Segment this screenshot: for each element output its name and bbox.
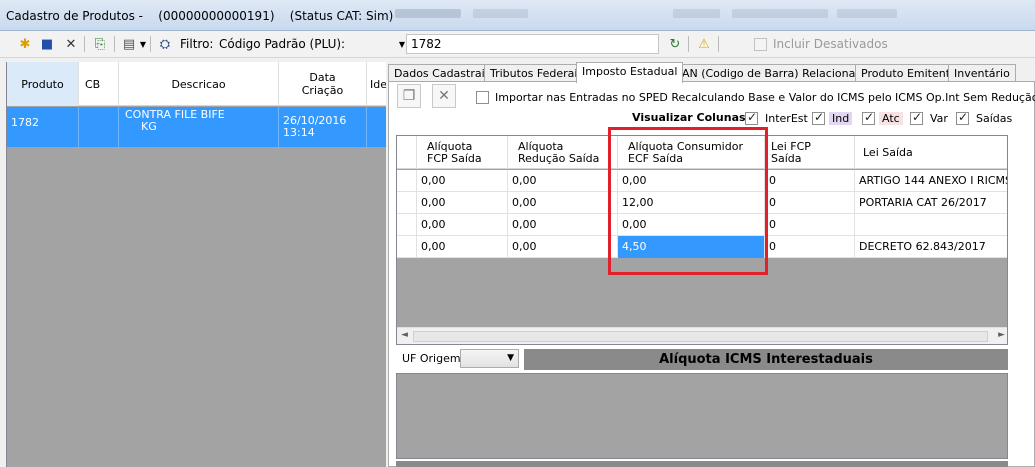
delete-icon[interactable]: ✕: [62, 35, 80, 53]
column-header-data-criacao[interactable]: Data Criação: [279, 62, 367, 106]
cell-cb: [79, 107, 119, 147]
products-grid-header: Produto CB Descricao Data Criação Ide: [7, 62, 386, 106]
refresh-icon[interactable]: ↻: [666, 35, 684, 53]
copy-icon: ❐: [402, 88, 416, 104]
tab-tributos-federais[interactable]: Tributos Federais: [484, 64, 590, 82]
header-line: Saída: [771, 152, 802, 165]
column-header-cb[interactable]: CB: [79, 62, 119, 106]
column-header-descricao[interactable]: Descricao: [119, 62, 279, 106]
include-inactive-checkbox[interactable]: [754, 37, 767, 51]
toolbar: ✱ ■ ✕ ⎘ ▤ ▼ ⛭ Filtro: Código Padrão (PLU…: [0, 31, 1035, 58]
row-header: [397, 214, 417, 236]
viscol-saidas-label: Saídas: [976, 111, 1013, 125]
cell-ide: [367, 107, 386, 147]
tab-ean-relacionados[interactable]: EAN (Codigo de Barra) Relacionados: [669, 64, 881, 82]
cell-fcp[interactable]: 0,00: [417, 236, 508, 258]
viscol-var-label: Var: [930, 111, 948, 125]
cell-fcp[interactable]: 0,00: [417, 214, 508, 236]
row-header: [397, 192, 417, 214]
viscol-var[interactable]: Var: [910, 110, 951, 126]
column-header-lei-fcp-saida[interactable]: Lei FCP Saída: [765, 136, 855, 169]
cell-produto: 1782: [7, 107, 79, 147]
row-header: [397, 236, 417, 258]
cell-lei-fcp[interactable]: 0: [765, 192, 855, 214]
products-grid[interactable]: Produto CB Descricao Data Criação Ide 17…: [6, 62, 386, 467]
interestaduais-grid[interactable]: [396, 373, 1008, 459]
window-title: Cadastro de Produtos - (00000000000191) …: [6, 9, 394, 23]
viscol-saidas[interactable]: Saídas: [956, 110, 1015, 126]
search-input-value: 1782: [411, 37, 442, 51]
import-sped-checkbox[interactable]: [476, 90, 489, 104]
cell-lei[interactable]: PORTARIA CAT 26/2017: [855, 192, 1007, 214]
chevron-down-icon: ▼: [507, 353, 514, 363]
viscol-ind-label: Ind: [829, 111, 853, 125]
table-row[interactable]: 1782 CONTRA FILE BIFE KG 26/10/2016 13:1…: [7, 107, 386, 147]
cell-fcp[interactable]: 0,00: [417, 170, 508, 192]
close-icon: ✕: [438, 88, 450, 104]
cell-lei[interactable]: [855, 214, 1007, 236]
blurred-title-text: [395, 9, 461, 18]
scroll-right-icon[interactable]: ►: [998, 330, 1005, 340]
save-icon[interactable]: ■: [38, 35, 56, 53]
import-sped-label: Importar nas Entradas no SPED Recalculan…: [495, 91, 1035, 104]
uf-origem-label: UF Origem:: [402, 352, 465, 365]
copy-button[interactable]: ❐: [397, 84, 421, 108]
column-header-aliquota-fcp-saida[interactable]: Alíquota FCP Saída: [417, 136, 508, 169]
cell-lei-fcp[interactable]: 0: [765, 236, 855, 258]
cell-lei[interactable]: ARTIGO 144 ANEXO I RICMS: [855, 170, 1007, 192]
viscol-interest-label: InterEst: [765, 111, 808, 125]
tab-strip: Dados Cadastrais Tributos Federais Impos…: [388, 62, 1035, 83]
filter-combo[interactable]: Código Padrão (PLU):: [219, 37, 345, 51]
row-header: [397, 170, 417, 192]
include-inactive-label: Incluir Desativados: [773, 37, 888, 51]
red-highlight-annotation: [608, 127, 768, 275]
data-line-2: 13:14: [283, 126, 315, 139]
viscol-interest[interactable]: InterEst: [745, 110, 811, 126]
cell-reducao[interactable]: 0,00: [508, 236, 618, 258]
remove-button[interactable]: ✕: [432, 84, 456, 108]
row-header-corner: [397, 136, 417, 169]
cell-descricao: CONTRA FILE BIFE KG: [119, 107, 279, 147]
blurred-title-text: [673, 9, 720, 18]
column-header-produto[interactable]: Produto: [7, 62, 79, 106]
viscol-ind[interactable]: Ind: [812, 110, 853, 126]
blurred-title-text: [473, 9, 528, 18]
warning-icon[interactable]: ⚠: [695, 35, 713, 53]
blurred-title-text: [837, 9, 897, 18]
scrollbar-thumb[interactable]: [413, 331, 988, 342]
visualizar-colunas-label: Visualizar Colunas:: [632, 111, 750, 124]
cell-reducao[interactable]: 0,00: [508, 214, 618, 236]
cell-fcp[interactable]: 0,00: [417, 192, 508, 214]
cell-data-criacao: 26/10/2016 13:14: [279, 107, 367, 147]
icms-interestaduais-banner: Alíquota ICMS Interestaduais: [524, 349, 1008, 370]
viscol-atc[interactable]: Atc: [862, 110, 903, 126]
cell-reducao[interactable]: 0,00: [508, 192, 618, 214]
blurred-title-text: [732, 9, 828, 18]
tab-produto-emitente[interactable]: Produto Emitente: [855, 64, 963, 82]
horizontal-scrollbar[interactable]: ◄ ►: [397, 327, 1007, 344]
new-icon[interactable]: ✱: [16, 35, 34, 53]
uf-origem-select[interactable]: ▼: [460, 349, 519, 368]
tab-dados-cadastrais[interactable]: Dados Cadastrais: [388, 64, 497, 82]
tab-imposto-estadual[interactable]: Imposto Estadual: [576, 62, 684, 83]
header-line: FCP Saída: [427, 152, 482, 165]
header-line: Redução Saída: [518, 152, 600, 165]
cell-lei-fcp[interactable]: 0: [765, 170, 855, 192]
cell-lei[interactable]: DECRETO 62.843/2017: [855, 236, 1007, 258]
column-header-lei-saida[interactable]: Lei Saída: [855, 136, 1007, 169]
tab-inventario[interactable]: Inventário: [948, 64, 1016, 82]
binoculars-icon[interactable]: ⛭: [156, 35, 174, 53]
search-input[interactable]: 1782: [406, 34, 659, 54]
viscol-atc-label: Atc: [879, 111, 903, 125]
title-bar: Cadastro de Produtos - (00000000000191) …: [0, 0, 1035, 31]
filter-label: Filtro:: [180, 37, 214, 51]
scroll-left-icon[interactable]: ◄: [401, 330, 408, 340]
column-header-ide[interactable]: Ide: [367, 62, 386, 106]
column-header-aliquota-reducao-saida[interactable]: Alíquota Redução Saída: [508, 136, 618, 169]
exit-icon[interactable]: ⎘: [91, 35, 109, 53]
cell-lei-fcp[interactable]: 0: [765, 214, 855, 236]
bottom-banner: [396, 461, 1008, 467]
cell-reducao[interactable]: 0,00: [508, 170, 618, 192]
descricao-line-2: KG: [141, 120, 157, 133]
